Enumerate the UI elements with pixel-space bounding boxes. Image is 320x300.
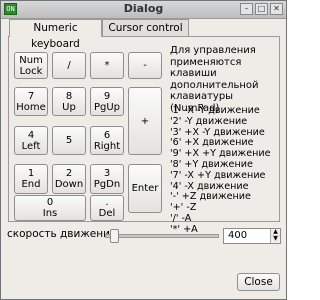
key-4-line1: 4 <box>27 129 35 141</box>
key-7-home[interactable]: 7 Home <box>14 87 48 116</box>
key-4-line2: Left <box>21 140 41 152</box>
key-num-lock-line1: Num <box>19 54 43 66</box>
key-8-line2: Up <box>62 101 76 113</box>
numpad-help-text: Для управления применяются клавиши допол… <box>170 45 259 114</box>
key-plus[interactable]: + <box>128 87 162 155</box>
key-minus-label: - <box>143 60 147 71</box>
key-8-up[interactable]: 8 Up <box>52 87 86 116</box>
key-legend: '1' -X -Y движение '2' -Y движение '3' +… <box>170 105 280 236</box>
key-plus-label: + <box>140 115 150 127</box>
key-num-lock-line2: Lock <box>19 65 43 77</box>
key-3-line1: 3 <box>103 168 111 179</box>
numeric-keyboard-panel: Num Lock / * - 7 Home 8 Up 9 PgUp + 4 Le… <box>8 36 280 235</box>
key-1-end[interactable]: 1 End <box>14 164 48 194</box>
key-9-line1: 9 <box>103 90 111 102</box>
key-multiply[interactable]: * <box>90 52 124 79</box>
legend-item: '2' -Y движение <box>170 115 248 127</box>
speed-slider-handle[interactable] <box>110 229 120 243</box>
title-bar[interactable]: ON Dialog – □ ✕ <box>1 1 286 19</box>
key-2-line1: 2 <box>65 168 73 179</box>
key-3-line2: PgDn <box>93 179 121 190</box>
key-enter[interactable]: Enter <box>128 164 162 213</box>
key-divide-label: / <box>67 60 71 71</box>
key-5[interactable]: 5 <box>52 126 86 155</box>
key-0-ins[interactable]: 0 Ins <box>14 195 86 221</box>
key-3-pgdn[interactable]: 3 PgDn <box>90 164 124 194</box>
key-1-line1: 1 <box>27 168 35 179</box>
key-6-line1: 6 <box>103 129 111 141</box>
speed-spinbox[interactable]: 400 ▲ ▼ <box>223 228 281 244</box>
maximize-button[interactable]: □ <box>255 3 268 15</box>
key-7-line1: 7 <box>27 90 35 102</box>
key-0-line2: Ins <box>42 208 58 219</box>
speed-value[interactable]: 400 <box>228 230 247 241</box>
key-minus[interactable]: - <box>128 52 162 79</box>
key-divide[interactable]: / <box>52 52 86 79</box>
key-2-down[interactable]: 2 Down <box>52 164 86 194</box>
legend-item: '7' -X +Y движение <box>170 169 266 181</box>
minimize-button[interactable]: – <box>240 3 253 15</box>
tab-numeric-keyboard[interactable]: Numeric keyboard <box>9 19 102 50</box>
speed-slider-track[interactable] <box>105 234 219 238</box>
key-multiply-label: * <box>104 60 110 71</box>
key-dot-line2: Del <box>98 208 116 219</box>
key-6-line2: Right <box>93 140 121 152</box>
key-enter-label: Enter <box>131 183 159 194</box>
key-6-right[interactable]: 6 Right <box>90 126 124 155</box>
key-2-line2: Down <box>54 179 84 190</box>
key-9-pgup[interactable]: 9 PgUp <box>90 87 124 116</box>
speed-label: скорость движения <box>7 228 117 240</box>
key-dot-line1: . <box>105 197 109 208</box>
key-0-line1: 0 <box>46 197 54 208</box>
key-7-line2: Home <box>16 101 46 113</box>
key-1-line2: End <box>21 179 41 190</box>
spin-down-icon[interactable]: ▼ <box>270 236 280 243</box>
close-window-button[interactable]: ✕ <box>270 3 283 15</box>
key-dot-del[interactable]: . Del <box>90 195 124 221</box>
close-button[interactable]: Close <box>237 273 280 291</box>
key-5-label: 5 <box>65 135 73 146</box>
key-9-line2: PgUp <box>93 101 121 113</box>
key-8-line1: 8 <box>65 90 73 102</box>
tab-cursor-control[interactable]: Cursor control <box>102 19 189 36</box>
key-4-left[interactable]: 4 Left <box>14 126 48 155</box>
dialog-window: ON Dialog – □ ✕ Numeric keyboard Cursor … <box>0 0 287 300</box>
key-num-lock[interactable]: Num Lock <box>14 52 48 79</box>
